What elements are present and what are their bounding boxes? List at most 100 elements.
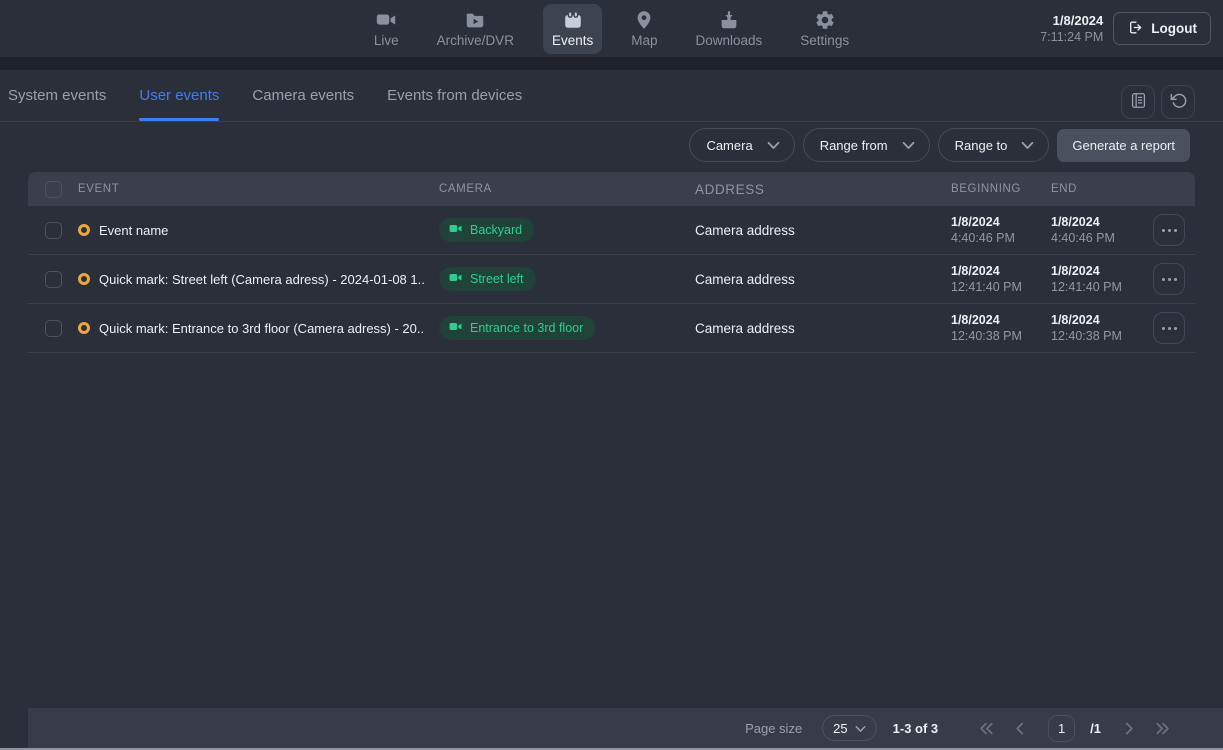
event-name: Event name bbox=[99, 223, 168, 238]
row-checkbox[interactable] bbox=[45, 271, 62, 288]
camera-chip-icon bbox=[448, 222, 463, 238]
tab-actions bbox=[1121, 85, 1195, 119]
begin-time: 4:40:46 PM bbox=[951, 230, 1051, 246]
nav-item-label: Settings bbox=[800, 33, 849, 48]
table-row[interactable]: Event name Backyard Camera address 1/8/2… bbox=[28, 206, 1195, 255]
row-menu-ellipsis-button[interactable] bbox=[1153, 263, 1185, 295]
range-to-dropdown[interactable]: Range to bbox=[938, 128, 1050, 162]
end-time: 4:40:46 PM bbox=[1051, 230, 1151, 246]
camera-address: Camera address bbox=[695, 223, 951, 238]
table-row[interactable]: Quick mark: Street left (Camera adress) … bbox=[28, 255, 1195, 304]
topbar-divider-strip bbox=[0, 57, 1223, 70]
download-icon bbox=[717, 8, 741, 32]
gear-icon bbox=[813, 8, 837, 32]
begin-time: 12:41:40 PM bbox=[951, 279, 1051, 295]
row-checkbox[interactable] bbox=[45, 320, 62, 337]
end-time: 12:41:40 PM bbox=[1051, 279, 1151, 295]
camera-filter-label: Camera bbox=[706, 138, 752, 153]
top-bar: Live Archive/DVR Events bbox=[0, 0, 1223, 57]
begin-date: 1/8/2024 bbox=[951, 312, 1051, 328]
logout-button[interactable]: Logout bbox=[1113, 12, 1211, 45]
tab-label: Camera events bbox=[252, 87, 354, 104]
column-header-end: END bbox=[1051, 181, 1151, 197]
chevron-down-icon bbox=[1021, 138, 1034, 153]
first-page-button[interactable] bbox=[974, 718, 998, 739]
current-page-input[interactable]: 1 bbox=[1048, 715, 1075, 742]
result-count: 1-3 of 3 bbox=[893, 721, 939, 736]
row-menu-ellipsis-button[interactable] bbox=[1153, 214, 1185, 246]
chevron-down-icon bbox=[767, 138, 780, 153]
nav-item-label: Archive/DVR bbox=[437, 33, 514, 48]
page-size-label: Page size bbox=[745, 721, 802, 736]
nav-item-map[interactable]: Map bbox=[622, 4, 666, 54]
map-pin-icon bbox=[632, 8, 656, 32]
begin-date: 1/8/2024 bbox=[951, 263, 1051, 279]
nav-item-events[interactable]: Events bbox=[543, 4, 602, 54]
range-from-dropdown[interactable]: Range from bbox=[803, 128, 930, 162]
column-header-beginning: BEGINNING bbox=[951, 181, 1051, 197]
logout-label: Logout bbox=[1151, 21, 1197, 36]
report-journal-icon bbox=[1129, 91, 1148, 113]
report-journal-button[interactable] bbox=[1121, 85, 1155, 119]
nav-item-label: Downloads bbox=[696, 33, 763, 48]
page-size-dropdown[interactable]: 25 bbox=[822, 715, 876, 741]
camera-chip-label: Street left bbox=[470, 272, 524, 286]
tab-label: User events bbox=[139, 87, 219, 104]
event-marker-icon bbox=[78, 322, 90, 334]
range-to-label: Range to bbox=[955, 138, 1008, 153]
refresh-icon bbox=[1169, 91, 1188, 113]
event-marker-icon bbox=[78, 224, 90, 236]
row-checkbox[interactable] bbox=[45, 222, 62, 239]
pager-controls: 1 /1 bbox=[974, 715, 1175, 742]
nav-item-live[interactable]: Live bbox=[365, 4, 408, 54]
tab-system-events[interactable]: System events bbox=[8, 70, 106, 121]
camera-chip-icon bbox=[448, 320, 463, 336]
end-date: 1/8/2024 bbox=[1051, 214, 1151, 230]
archive-folder-icon bbox=[463, 8, 487, 32]
next-page-button[interactable] bbox=[1120, 718, 1138, 739]
events-tabs-row: System events User events Camera events … bbox=[0, 70, 1223, 122]
end-time: 12:40:38 PM bbox=[1051, 328, 1151, 344]
camera-chip-label: Entrance to 3rd floor bbox=[470, 321, 583, 335]
column-header-address: ADDRESS bbox=[695, 182, 951, 197]
end-date: 1/8/2024 bbox=[1051, 263, 1151, 279]
camera-address: Camera address bbox=[695, 321, 951, 336]
last-page-button[interactable] bbox=[1151, 718, 1175, 739]
chevron-down-icon bbox=[855, 721, 866, 736]
tab-camera-events[interactable]: Camera events bbox=[252, 70, 354, 121]
begin-date: 1/8/2024 bbox=[951, 214, 1051, 230]
refresh-button[interactable] bbox=[1161, 85, 1195, 119]
camera-chip: Street left bbox=[439, 267, 536, 291]
camera-chip: Entrance to 3rd floor bbox=[439, 316, 595, 340]
current-time: 7:11:24 PM bbox=[1040, 29, 1103, 46]
event-name: Quick mark: Street left (Camera adress) … bbox=[99, 272, 425, 287]
filter-row: Camera Range from Range to Generate a re… bbox=[0, 122, 1223, 168]
select-all-checkbox[interactable] bbox=[45, 181, 62, 198]
logout-icon bbox=[1127, 19, 1144, 39]
tab-events-from-devices[interactable]: Events from devices bbox=[387, 70, 522, 121]
nav-item-downloads[interactable]: Downloads bbox=[687, 4, 772, 54]
video-camera-icon bbox=[374, 8, 398, 32]
total-pages-label: /1 bbox=[1090, 721, 1101, 736]
table-row[interactable]: Quick mark: Entrance to 3rd floor (Camer… bbox=[28, 304, 1195, 353]
table-header-row: EVENT CAMERA ADDRESS BEGINNING END bbox=[28, 172, 1195, 206]
events-tabs: System events User events Camera events … bbox=[0, 70, 1223, 121]
camera-chip-label: Backyard bbox=[470, 223, 522, 237]
generate-report-button[interactable]: Generate a report bbox=[1057, 129, 1190, 162]
datetime-display: 1/8/2024 7:11:24 PM bbox=[1040, 12, 1103, 46]
tab-label: System events bbox=[8, 87, 106, 104]
nav-item-settings[interactable]: Settings bbox=[791, 4, 858, 54]
camera-chip: Backyard bbox=[439, 218, 534, 242]
chevron-down-icon bbox=[902, 138, 915, 153]
main-navigation: Live Archive/DVR Events bbox=[365, 4, 858, 54]
range-from-label: Range from bbox=[820, 138, 888, 153]
previous-page-button[interactable] bbox=[1011, 718, 1029, 739]
camera-filter-dropdown[interactable]: Camera bbox=[689, 128, 794, 162]
tab-label: Events from devices bbox=[387, 87, 522, 104]
pagination-footer: Page size 25 1-3 of 3 1 /1 bbox=[28, 708, 1223, 748]
event-marker-icon bbox=[78, 273, 90, 285]
row-menu-ellipsis-button[interactable] bbox=[1153, 312, 1185, 344]
column-header-camera: CAMERA bbox=[439, 183, 695, 195]
tab-user-events[interactable]: User events bbox=[139, 70, 219, 121]
nav-item-archive-dvr[interactable]: Archive/DVR bbox=[428, 4, 523, 54]
